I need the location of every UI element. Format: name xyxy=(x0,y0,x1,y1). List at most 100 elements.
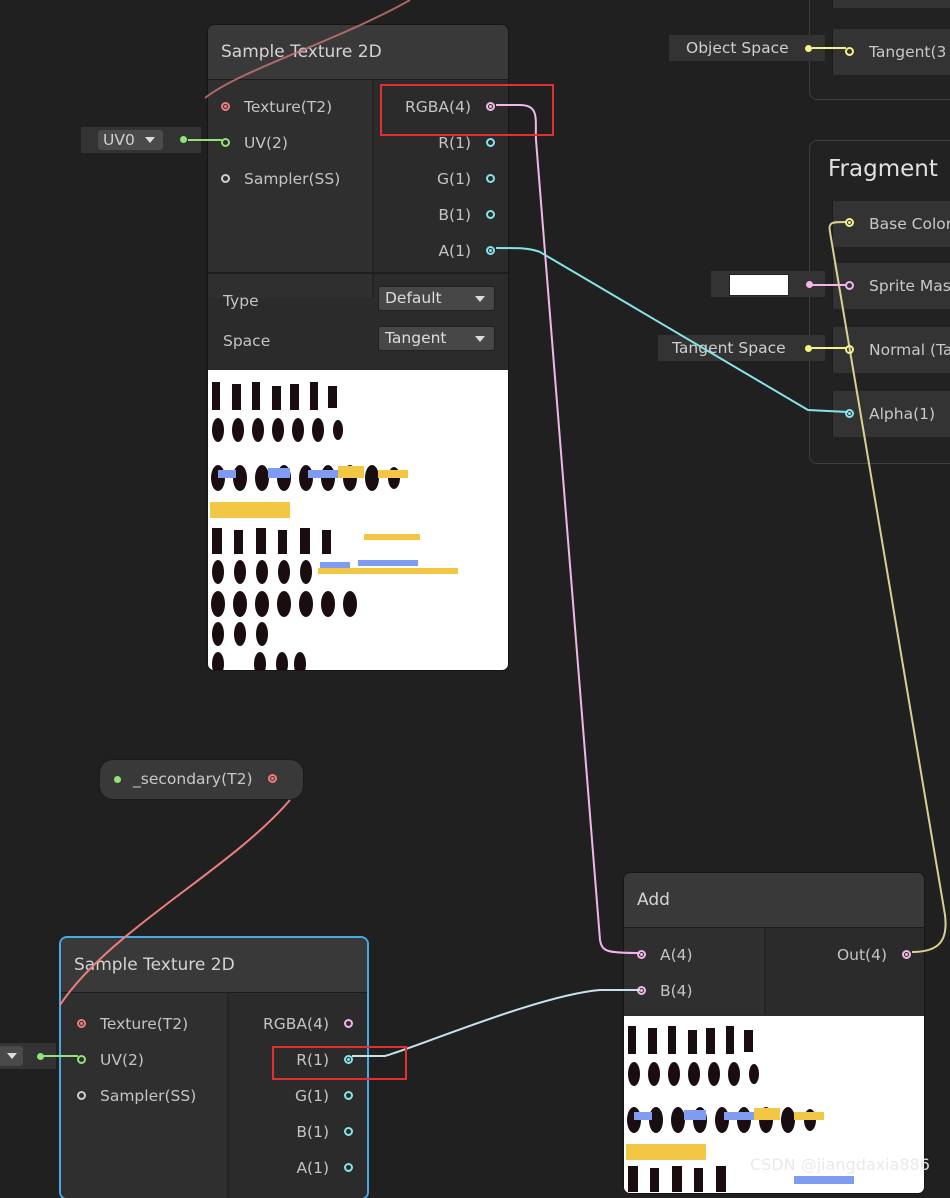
port-dot-icon xyxy=(805,45,812,52)
port-label: UV(2) xyxy=(100,1051,144,1069)
fragment-slot-base-color[interactable]: Base Color xyxy=(832,201,950,247)
sampler-port-icon xyxy=(77,1091,86,1100)
dropdown-arrow-icon xyxy=(7,1053,17,1059)
port-label: RGBA(4) xyxy=(405,98,471,116)
dropdown-value: Default xyxy=(385,289,442,307)
port-dot-icon xyxy=(806,281,813,288)
wire-rgba-to-add-a xyxy=(496,104,641,954)
texture-preview xyxy=(208,370,508,670)
dropdown-arrow-icon xyxy=(145,137,155,143)
sample-texture-node-1[interactable]: Sample Texture 2D Texture(T2) UV(2) Samp… xyxy=(208,25,508,670)
fragment-slot-sprite-mask[interactable]: Sprite Mas xyxy=(832,263,950,309)
type-label: Type xyxy=(223,292,259,310)
port-label: Out(4) xyxy=(836,946,887,964)
dropdown-arrow-icon xyxy=(475,336,485,342)
slot-label: Tangent(3 xyxy=(869,43,947,61)
space-dropdown[interactable]: Tangent xyxy=(378,326,495,351)
vertex-slot-top[interactable] xyxy=(832,0,950,8)
fragment-slot-normal[interactable]: Normal (Ta xyxy=(832,327,950,373)
output-port-rgba[interactable]: RGBA(4) xyxy=(263,1014,353,1034)
property-label: _secondary(T2) xyxy=(133,770,253,788)
uv-dropdown[interactable]: UV0 xyxy=(98,130,163,150)
port-label: UV(2) xyxy=(244,134,288,152)
vector4-port-icon xyxy=(486,102,495,111)
vector1-port-icon xyxy=(344,1055,353,1064)
input-port-uv[interactable]: UV(2) xyxy=(77,1050,144,1070)
vector1-port-icon xyxy=(344,1127,353,1136)
space-row: Space Tangent xyxy=(208,324,508,358)
vector4-port-icon xyxy=(845,281,854,290)
add-node[interactable]: Add A(4) B(4) Out(4) xyxy=(624,873,924,1193)
slot-label: Sprite Mas xyxy=(869,277,950,295)
vertex-slot-tangent[interactable]: Tangent(3 xyxy=(832,29,950,75)
type-dropdown[interactable]: Default xyxy=(378,286,495,311)
output-port-out[interactable]: Out(4) xyxy=(837,945,911,965)
uv-dropdown[interactable] xyxy=(0,1046,23,1066)
vector4-port-icon xyxy=(902,950,911,959)
slot-label: Base Color xyxy=(869,215,950,233)
dropdown-value: Tangent xyxy=(385,329,447,347)
output-port-b[interactable]: B(1) xyxy=(296,1122,353,1142)
sprite-sheet-image xyxy=(210,382,458,670)
output-port-rgba[interactable]: RGBA(4) xyxy=(405,97,495,117)
port-label: Sampler(SS) xyxy=(244,170,341,188)
property-divider xyxy=(208,272,508,274)
wire-r-to-add-b xyxy=(352,989,640,1057)
uv-channel-chip-2[interactable] xyxy=(0,1043,56,1069)
dropdown-arrow-icon xyxy=(475,296,485,302)
uv-port-icon xyxy=(77,1055,86,1064)
output-port-g[interactable]: G(1) xyxy=(295,1086,353,1106)
output-port-r[interactable]: R(1) xyxy=(438,133,495,153)
fragment-slot-alpha[interactable]: Alpha(1) xyxy=(832,391,950,437)
input-port-texture[interactable]: Texture(T2) xyxy=(221,97,332,117)
uv-channel-chip[interactable]: UV0 xyxy=(81,127,201,153)
output-port-b[interactable]: B(1) xyxy=(438,205,495,225)
uv-port-icon xyxy=(221,138,230,147)
port-label: B(4) xyxy=(660,982,693,1000)
input-port-sampler[interactable]: Sampler(SS) xyxy=(221,169,340,189)
vector1-port-icon xyxy=(486,174,495,183)
node-title: Add xyxy=(624,873,924,928)
input-port-texture[interactable]: Texture(T2) xyxy=(77,1014,188,1034)
output-ports: RGBA(4) R(1) G(1) B(1) A(1) xyxy=(374,80,508,298)
vector4-port-icon xyxy=(637,950,646,959)
object-space-chip[interactable]: Object Space xyxy=(669,35,825,61)
port-label: B(1) xyxy=(296,1123,329,1141)
output-port-a[interactable]: A(1) xyxy=(296,1158,353,1178)
vector4-port-icon xyxy=(637,986,646,995)
input-port-b[interactable]: B(4) xyxy=(637,981,693,1001)
port-label: Sampler(SS) xyxy=(100,1087,197,1105)
port-label: A(1) xyxy=(296,1159,329,1177)
texture-output-port-icon[interactable] xyxy=(268,774,277,783)
property-dot-icon xyxy=(114,776,121,783)
input-port-uv[interactable]: UV(2) xyxy=(221,133,288,153)
output-port-g[interactable]: G(1) xyxy=(437,169,495,189)
sampler-port-icon xyxy=(221,174,230,183)
vector3-port-icon xyxy=(845,47,854,56)
node-title: Sample Texture 2D xyxy=(61,938,367,993)
uv-output-port-icon[interactable] xyxy=(180,136,187,143)
output-port-r[interactable]: R(1) xyxy=(296,1050,353,1070)
uv-output-port-icon[interactable] xyxy=(37,1053,44,1060)
input-ports: Texture(T2) UV(2) Sampler(SS) xyxy=(208,80,374,298)
chip-label: Object Space xyxy=(686,39,789,57)
port-label: G(1) xyxy=(295,1087,329,1105)
fragment-title: Fragment xyxy=(828,156,938,182)
sample-texture-node-2[interactable]: Sample Texture 2D Texture(T2) UV(2) Samp… xyxy=(61,938,367,1198)
port-label: A(1) xyxy=(438,242,471,260)
watermark: CSDN @jiangdaxia886 xyxy=(750,1155,930,1174)
color-swatch[interactable] xyxy=(729,274,789,296)
port-label: A(4) xyxy=(660,946,693,964)
vector1-port-icon xyxy=(845,409,854,418)
port-label: R(1) xyxy=(296,1051,329,1069)
input-port-a[interactable]: A(4) xyxy=(637,945,693,965)
output-ports: Out(4) xyxy=(766,928,924,1014)
output-port-a[interactable]: A(1) xyxy=(438,241,495,261)
sprite-mask-color-chip[interactable] xyxy=(711,271,825,297)
port-label: Texture(T2) xyxy=(244,98,333,116)
tangent-space-chip[interactable]: Tangent Space xyxy=(658,335,825,361)
slot-label: Normal (Ta xyxy=(869,341,950,359)
input-port-sampler[interactable]: Sampler(SS) xyxy=(77,1086,196,1106)
secondary-texture-property-node[interactable]: _secondary(T2) xyxy=(100,760,303,799)
vector1-port-icon xyxy=(344,1163,353,1172)
